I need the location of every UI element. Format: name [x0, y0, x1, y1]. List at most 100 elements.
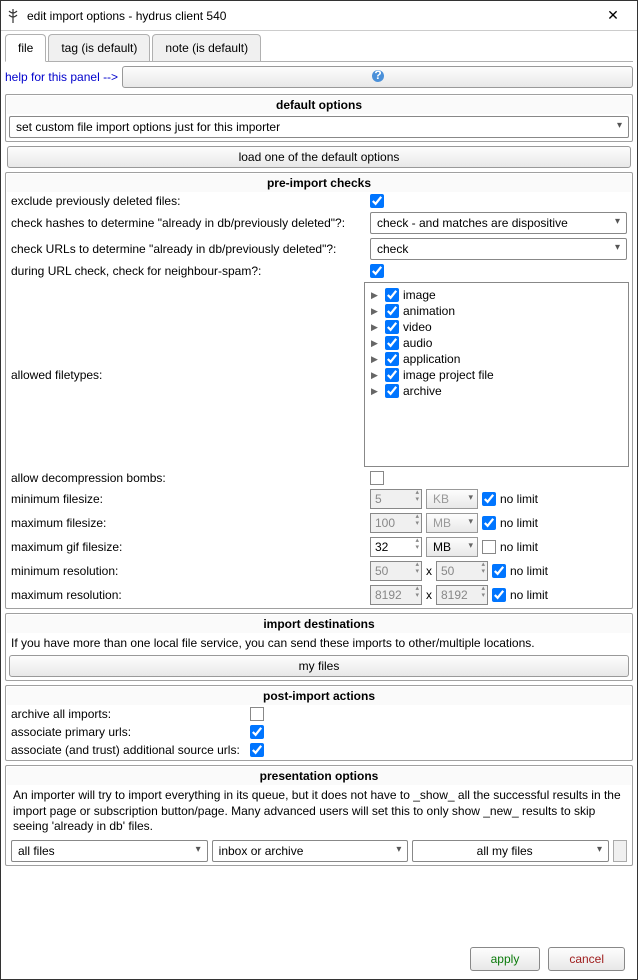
- nolimit-label: no limit: [500, 540, 538, 554]
- max-gif-unit[interactable]: MB: [426, 537, 478, 557]
- min-res-label: minimum resolution:: [11, 564, 366, 578]
- title-bar: edit import options - hydrus client 540 …: [1, 1, 637, 31]
- allow-bombs-label: allow decompression bombs:: [11, 471, 366, 485]
- archive-all-checkbox[interactable]: [250, 707, 264, 721]
- filetype-checkbox[interactable]: [385, 352, 399, 366]
- max-res-h-spinner[interactable]: 8192: [436, 585, 488, 605]
- max-filesize-unit[interactable]: MB: [426, 513, 478, 533]
- min-res-w-spinner[interactable]: 50: [370, 561, 422, 581]
- help-button[interactable]: ?: [122, 66, 633, 88]
- chevron-right-icon[interactable]: ▶: [371, 354, 381, 365]
- presentation-header: presentation options: [7, 767, 631, 785]
- presentation-combo-inbox[interactable]: inbox or archive: [212, 840, 409, 862]
- chevron-right-icon[interactable]: ▶: [371, 306, 381, 317]
- max-res-w-spinner[interactable]: 8192: [370, 585, 422, 605]
- chevron-right-icon[interactable]: ▶: [371, 322, 381, 333]
- max-gif-nolimit-checkbox[interactable]: [482, 540, 496, 554]
- help-icon: ?: [371, 69, 385, 86]
- assoc-additional-checkbox[interactable]: [250, 743, 264, 757]
- filetype-checkbox[interactable]: [385, 368, 399, 382]
- nolimit-label: no limit: [510, 588, 548, 602]
- tab-note[interactable]: note (is default): [152, 34, 261, 61]
- chevron-right-icon[interactable]: ▶: [371, 338, 381, 349]
- neighbour-spam-label: during URL check, check for neighbour-sp…: [11, 264, 366, 278]
- nolimit-label: no limit: [500, 492, 538, 506]
- filetype-checkbox[interactable]: [385, 384, 399, 398]
- tab-bar: file tag (is default) note (is default): [5, 33, 633, 62]
- assoc-primary-label: associate primary urls:: [11, 725, 246, 739]
- tree-item: ▶ audio: [369, 335, 624, 351]
- max-gif-spinner[interactable]: 32: [370, 537, 422, 557]
- neighbour-spam-checkbox[interactable]: [370, 264, 384, 278]
- nolimit-label: no limit: [500, 516, 538, 530]
- tree-item: ▶ archive: [369, 383, 624, 399]
- min-res-nolimit-checkbox[interactable]: [492, 564, 506, 578]
- exclude-deleted-checkbox[interactable]: [370, 194, 384, 208]
- filetype-checkbox[interactable]: [385, 304, 399, 318]
- apply-button[interactable]: apply: [470, 947, 541, 971]
- tree-item: ▶ application: [369, 351, 624, 367]
- x-label: x: [426, 564, 432, 578]
- filetype-checkbox[interactable]: [385, 320, 399, 334]
- check-hashes-label: check hashes to determine "already in db…: [11, 216, 366, 230]
- filetype-label: archive: [403, 384, 442, 398]
- chevron-right-icon[interactable]: ▶: [371, 370, 381, 381]
- min-filesize-nolimit-checkbox[interactable]: [482, 492, 496, 506]
- destinations-section: import destinations If you have more tha…: [5, 613, 633, 681]
- default-options-header: default options: [7, 96, 631, 114]
- destinations-text: If you have more than one local file ser…: [7, 633, 631, 653]
- filetype-label: image: [403, 288, 436, 302]
- tab-file[interactable]: file: [5, 34, 46, 62]
- filetypes-label: allowed filetypes:: [7, 280, 362, 469]
- destinations-header: import destinations: [7, 615, 631, 633]
- exclude-deleted-label: exclude previously deleted files:: [11, 194, 366, 208]
- assoc-additional-label: associate (and trust) additional source …: [11, 743, 246, 757]
- help-label: help for this panel -->: [5, 70, 118, 84]
- presentation-scrollbar[interactable]: [613, 840, 627, 862]
- filetype-label: video: [403, 320, 432, 334]
- svg-text:?: ?: [374, 69, 381, 82]
- my-files-button[interactable]: my files: [9, 655, 629, 677]
- load-default-button[interactable]: load one of the default options: [7, 146, 631, 168]
- presentation-text: An importer will try to import everythin…: [7, 785, 631, 838]
- postimport-section: post-import actions archive all imports:…: [5, 685, 633, 761]
- archive-all-label: archive all imports:: [11, 707, 246, 721]
- chevron-right-icon[interactable]: ▶: [371, 290, 381, 301]
- chevron-right-icon[interactable]: ▶: [371, 386, 381, 397]
- tree-item: ▶ image project file: [369, 367, 624, 383]
- footer: apply cancel: [5, 941, 633, 977]
- default-options-combo[interactable]: set custom file import options just for …: [9, 116, 629, 138]
- filetype-label: image project file: [403, 368, 494, 382]
- filetypes-tree[interactable]: ▶ image ▶animation ▶ video ▶ audio ▶ applica…: [364, 282, 629, 467]
- filetype-label: application: [403, 352, 460, 366]
- check-urls-combo[interactable]: check: [370, 238, 627, 260]
- check-hashes-combo[interactable]: check - and matches are dispositive: [370, 212, 627, 234]
- max-filesize-nolimit-checkbox[interactable]: [482, 516, 496, 530]
- min-filesize-unit[interactable]: KB: [426, 489, 478, 509]
- presentation-combo-files[interactable]: all files: [11, 840, 208, 862]
- min-filesize-spinner[interactable]: 5: [370, 489, 422, 509]
- tree-item: ▶animation: [369, 303, 624, 319]
- close-button[interactable]: ✕: [593, 7, 633, 24]
- allow-bombs-checkbox[interactable]: [370, 471, 384, 485]
- max-res-nolimit-checkbox[interactable]: [492, 588, 506, 602]
- filetype-checkbox[interactable]: [385, 336, 399, 350]
- x-label: x: [426, 588, 432, 602]
- cancel-button[interactable]: cancel: [548, 947, 625, 971]
- app-icon: [5, 8, 21, 24]
- tab-tag[interactable]: tag (is default): [48, 34, 150, 61]
- preimport-section: pre-import checks exclude previously del…: [5, 172, 633, 609]
- presentation-combo-allmyfiles[interactable]: all my files: [412, 840, 609, 862]
- assoc-primary-checkbox[interactable]: [250, 725, 264, 739]
- postimport-header: post-import actions: [7, 687, 631, 705]
- window-title: edit import options - hydrus client 540: [27, 9, 593, 23]
- filetype-label: audio: [403, 336, 432, 350]
- max-gif-label: maximum gif filesize:: [11, 540, 366, 554]
- tree-item: ▶ video: [369, 319, 624, 335]
- max-filesize-spinner[interactable]: 100: [370, 513, 422, 533]
- presentation-section: presentation options An importer will tr…: [5, 765, 633, 866]
- min-res-h-spinner[interactable]: 50: [436, 561, 488, 581]
- filetype-checkbox[interactable]: [385, 288, 399, 302]
- check-urls-label: check URLs to determine "already in db/p…: [11, 242, 366, 256]
- default-options-section: default options set custom file import o…: [5, 94, 633, 142]
